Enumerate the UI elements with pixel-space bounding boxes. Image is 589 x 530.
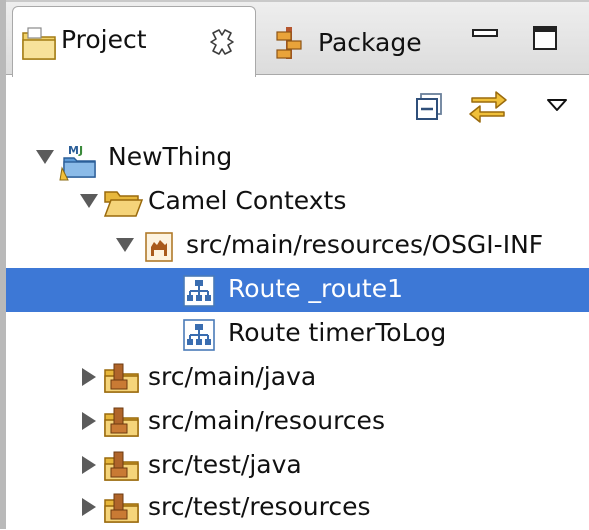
tab-project[interactable]: Project — [12, 6, 256, 77]
tree-item-src-main-resources[interactable]: src/main/resources — [6, 400, 589, 444]
tree-item-label: src/test/java — [148, 450, 302, 479]
tree-item-src-test-java[interactable]: src/test/java — [6, 444, 589, 488]
expand-arrow-icon[interactable] — [36, 150, 54, 164]
collapse-arrow-icon[interactable] — [82, 456, 96, 474]
source-folder-icon — [102, 450, 142, 488]
collapse-arrow-icon[interactable] — [82, 412, 96, 430]
tree-item-src-test-resources[interactable]: src/test/resources — [6, 486, 589, 530]
camel-file-icon — [142, 230, 176, 268]
close-icon[interactable] — [207, 27, 237, 57]
source-folder-icon — [102, 362, 142, 400]
source-folder-icon — [102, 492, 142, 530]
svg-text:J: J — [78, 144, 83, 157]
collapse-all-icon[interactable] — [415, 92, 445, 126]
tab-package-label: Package — [318, 28, 422, 57]
route-icon — [182, 318, 216, 356]
tree-item-label: src/main/java — [148, 362, 317, 391]
maximize-icon[interactable] — [531, 24, 559, 52]
tree-item-context-file[interactable]: src/main/resources/OSGI-INF — [6, 224, 589, 268]
package-explorer-icon — [274, 26, 304, 66]
collapse-arrow-icon[interactable] — [82, 498, 96, 516]
tree-item-label: src/main/resources — [148, 406, 385, 435]
project-explorer-icon — [19, 23, 59, 69]
tree-item-label: Camel Contexts — [148, 186, 347, 215]
link-with-editor-icon[interactable] — [468, 86, 508, 128]
source-folder-icon — [102, 406, 142, 444]
tab-package[interactable]: Package — [262, 6, 442, 74]
tree-item-label: src/main/resources/OSGI-INF — [186, 230, 544, 259]
tree-item-label: NewThing — [108, 142, 233, 171]
tab-project-label: Project — [61, 25, 147, 54]
svg-text:M: M — [68, 144, 79, 157]
tree-item-label: src/test/resources — [148, 492, 371, 521]
tree-item-camel-contexts[interactable]: Camel Contexts — [6, 180, 589, 224]
tree-item-label: Route _route1 — [228, 274, 403, 303]
open-folder-icon — [102, 186, 144, 224]
tree-item-route-timertolog[interactable]: Route timerToLog — [6, 312, 589, 356]
minimize-icon[interactable] — [471, 24, 499, 52]
expand-arrow-icon[interactable] — [116, 238, 134, 252]
view-menu-icon[interactable] — [546, 97, 568, 116]
view-tab-bar: Project Package — [6, 2, 589, 77]
tree-item-label: Route timerToLog — [228, 318, 447, 347]
collapse-arrow-icon[interactable] — [82, 368, 96, 386]
tree-item-project[interactable]: M J NewThing — [6, 136, 589, 181]
expand-arrow-icon[interactable] — [80, 194, 98, 208]
tree-item-route-route1[interactable]: Route _route1 — [6, 268, 589, 312]
tree-item-src-main-java[interactable]: src/main/java — [6, 356, 589, 400]
route-icon — [182, 274, 216, 312]
